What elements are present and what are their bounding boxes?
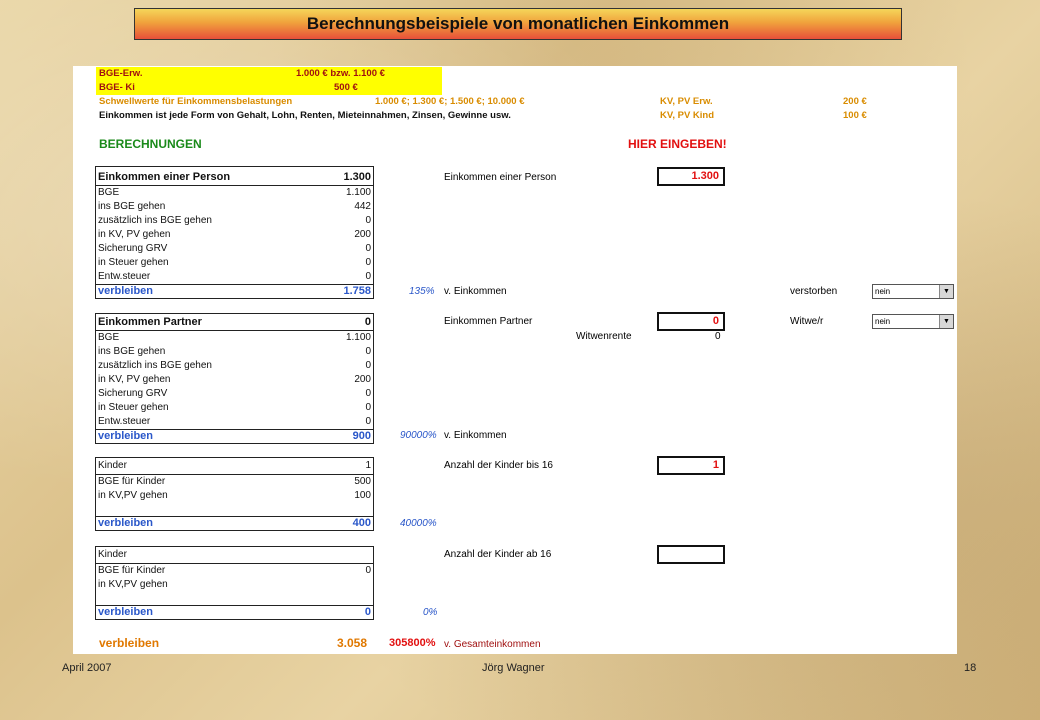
table-row: BGE 1.100 [98, 187, 371, 198]
table-row: zusätzlich ins BGE gehen 0 [98, 360, 371, 371]
footer-author: Jörg Wagner [482, 662, 545, 674]
table-row: Sicherung GRV 0 [98, 243, 371, 254]
table-row: Kinder [98, 549, 127, 560]
chevron-down-icon[interactable]: ▼ [939, 315, 953, 328]
verstorben-select[interactable]: nein ▼ [872, 284, 954, 299]
table-row: in KV, PV gehen 200 [98, 374, 371, 385]
bge-ki-value: 500 € [334, 82, 358, 93]
table-row: Kinder 1 [98, 460, 371, 471]
bge-erw-label: BGE-Erw. [99, 68, 143, 79]
witwenrente-value: 0 [715, 331, 721, 342]
kinder-ab-16-input-label: Anzahl der Kinder ab 16 [444, 549, 552, 560]
person-income-input[interactable]: 1.300 [657, 167, 725, 186]
spreadsheet: BGE-Erw. 1.000 € bzw. 1.100 € BGE- Ki 50… [73, 66, 957, 654]
witwe-label: Witwe/r [790, 316, 824, 327]
total-percent-label: v. Gesamteinkommen [444, 639, 541, 650]
table-row: Sicherung GRV 0 [98, 388, 371, 399]
witwenrente-label: Witwenrente [576, 331, 632, 342]
kinder-bis-16-input-label: Anzahl der Kinder bis 16 [444, 460, 553, 471]
bge-erw-value: 1.000 € bzw. 1.100 € [296, 68, 385, 79]
person-percent: 135% [409, 286, 435, 297]
kv-erw-value: 200 € [843, 96, 867, 107]
page-number: 18 [964, 662, 977, 674]
person-title: Einkommen einer Person [98, 171, 231, 183]
table-row: ins BGE gehen 0 [98, 346, 371, 357]
hier-eingeben-heading: HIER EINGEBEN! [628, 137, 727, 151]
person-title-value: 1.300 [343, 171, 371, 183]
kinder-ab-16-box: Kinder BGE für Kinder 0 in KV,PV gehen ve… [95, 546, 374, 620]
table-row: in Steuer gehen 0 [98, 402, 371, 413]
person-input-label: Einkommen einer Person [444, 172, 557, 183]
kinder-bis-16-percent: 40000% [400, 518, 437, 529]
kinder-bis-16-input[interactable]: 1 [657, 456, 725, 475]
kv-kind-label: KV, PV Kind [660, 110, 715, 121]
kv-kind-value: 100 € [843, 110, 867, 121]
table-row: in KV,PV gehen [98, 579, 168, 590]
table-row: BGE 1.100 [98, 332, 371, 343]
partner-title: Einkommen Partner [98, 316, 202, 328]
table-row: in KV, PV gehen 200 [98, 229, 371, 240]
partner-verbleiben-row: verbleiben 900 [98, 430, 371, 442]
witwe-select[interactable]: nein ▼ [872, 314, 954, 329]
kinder-ab-16-verbleiben-row: verbleiben 0 [98, 606, 371, 618]
bge-highlight [96, 67, 442, 95]
person-calculation-box: Einkommen einer Person 1.300 BGE 1.100 in… [95, 166, 374, 299]
person-percent-label: v. Einkommen [444, 286, 507, 297]
bge-ki-label: BGE- Ki [99, 82, 135, 93]
kinder-bis-16-verbleiben-row: verbleiben 400 [98, 517, 371, 529]
kv-erw-label: KV, PV Erw. [660, 96, 713, 107]
kinder-ab-16-percent: 0% [423, 607, 438, 618]
total-verbleiben-value: 3.058 [337, 636, 368, 650]
verstorben-label: verstorben [790, 286, 838, 297]
table-row: BGE für Kinder 500 [98, 476, 371, 487]
footer-date: April 2007 [62, 662, 112, 674]
schwellwerte-value: 1.000 €; 1.300 €; 1.500 €; 10.000 € [375, 96, 525, 107]
total-verbleiben-label: verbleiben [99, 636, 160, 650]
einkommen-definition: Einkommen ist jede Form von Gehalt, Lohn… [99, 110, 511, 121]
kinder-ab-16-input[interactable] [657, 545, 725, 564]
table-row: in Steuer gehen 0 [98, 257, 371, 268]
partner-percent-label: v. Einkommen [444, 430, 507, 441]
table-row: Entw.steuer 0 [98, 416, 371, 427]
slide-title: Berechnungsbeispiele von monatlichen Ein… [134, 8, 902, 40]
partner-calculation-box: Einkommen Partner 0 BGE 1.100 ins BGE geh… [95, 313, 374, 444]
schwellwerte-label: Schwellwerte für Einkommensbelastungen [99, 96, 293, 107]
partner-title-row: Einkommen Partner 0 [98, 315, 371, 329]
table-row: ins BGE gehen 442 [98, 201, 371, 212]
table-row: BGE für Kinder 0 [98, 565, 371, 576]
partner-input-label: Einkommen Partner [444, 316, 533, 327]
chevron-down-icon[interactable]: ▼ [939, 285, 953, 298]
person-title-row: Einkommen einer Person 1.300 [98, 170, 371, 184]
table-row: in KV,PV gehen 100 [98, 490, 371, 501]
berechnungen-heading: BERECHNUNGEN [99, 137, 202, 151]
table-row: Entw.steuer 0 [98, 271, 371, 282]
total-percent: 305800% [389, 637, 436, 649]
partner-income-input[interactable]: 0 [657, 312, 725, 331]
kinder-bis-16-box: Kinder 1 BGE für Kinder 500 in KV,PV gehen… [95, 457, 374, 531]
partner-title-value: 0 [364, 316, 371, 328]
partner-percent: 90000% [400, 430, 437, 441]
table-row: zusätzlich ins BGE gehen 0 [98, 215, 371, 226]
person-verbleiben-row: verbleiben 1.758 [98, 285, 371, 297]
